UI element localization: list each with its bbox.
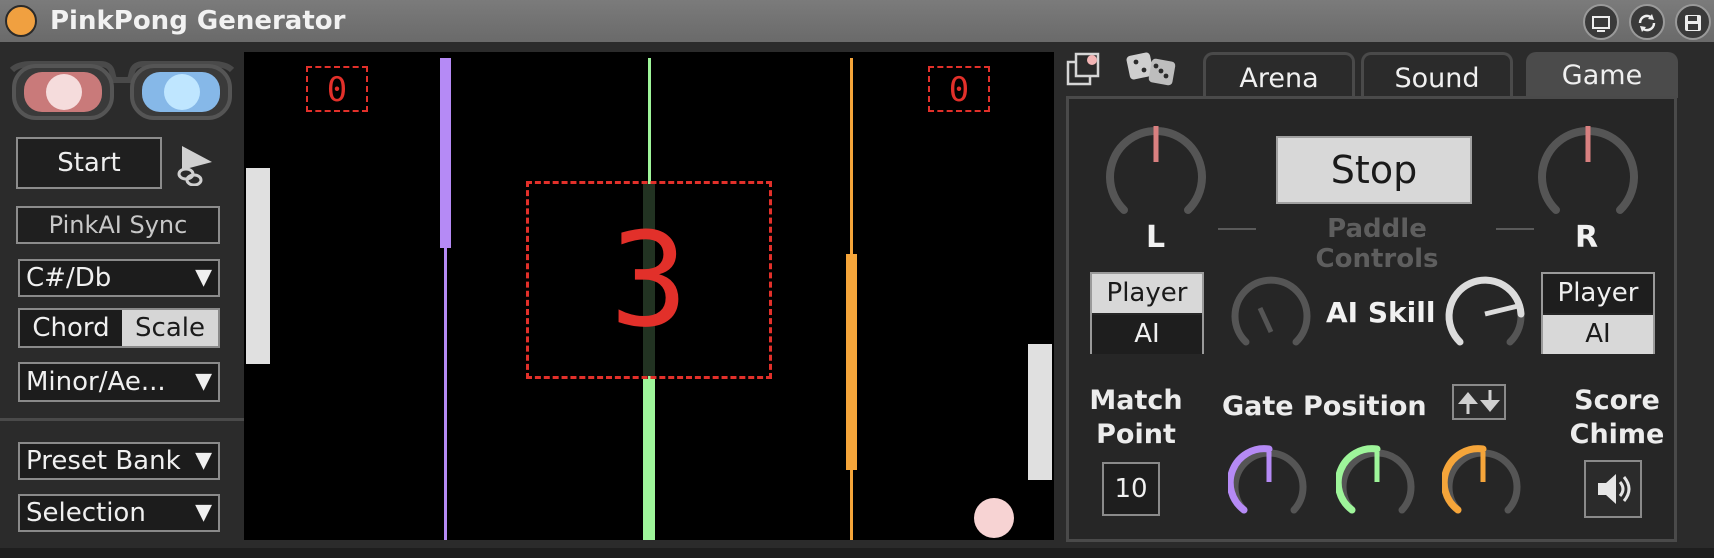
scale-option[interactable]: Scale <box>122 310 218 346</box>
match-point-label-line2: Point <box>1096 419 1176 450</box>
key-value: C#/Db <box>26 263 112 293</box>
screenshot-icon[interactable] <box>1066 50 1106 88</box>
green-gate-knob[interactable] <box>1334 442 1418 524</box>
ball <box>974 498 1014 538</box>
preset-bank-dropdown[interactable]: Preset Bank ▼ <box>18 442 220 480</box>
green-gate-bar <box>643 379 655 540</box>
purple-gate-bar <box>440 58 451 248</box>
chevron-down-icon: ▼ <box>195 265 212 290</box>
left-player-option[interactable]: Player <box>1092 274 1202 313</box>
sync-icon[interactable] <box>1629 4 1665 40</box>
left-knob-label: L <box>1146 220 1166 255</box>
countdown-display: 3 <box>526 181 772 379</box>
save-icon[interactable] <box>1675 4 1711 40</box>
left-score: 0 <box>306 66 368 112</box>
right-ai-skill-knob[interactable] <box>1442 272 1528 358</box>
mode-value: Minor/Ae... <box>26 367 166 397</box>
3d-glasses-icon[interactable] <box>8 58 236 124</box>
ai-skill-label: AI Skill <box>1326 296 1436 329</box>
pong-arena[interactable]: 0 0 3 <box>244 52 1054 540</box>
tab-sound[interactable]: Sound <box>1361 52 1513 98</box>
swap-gates-button[interactable] <box>1452 384 1506 420</box>
right-player-option[interactable]: Player <box>1543 274 1653 313</box>
divider <box>1218 228 1256 230</box>
divider <box>0 418 244 421</box>
orange-gate-knob[interactable] <box>1440 442 1524 524</box>
screen-icon[interactable] <box>1583 4 1619 40</box>
window-title: PinkPong Generator <box>50 6 346 36</box>
bottom-bar <box>0 548 1714 558</box>
speaker-icon <box>1598 474 1631 504</box>
right-score: 0 <box>928 66 990 112</box>
start-button[interactable]: Start <box>16 137 162 189</box>
score-chime-label-line2: Chime <box>1569 419 1665 450</box>
purple-gate-knob[interactable] <box>1226 442 1310 524</box>
match-point-input[interactable]: 10 <box>1102 462 1160 516</box>
gate-position-label: Gate Position <box>1222 391 1427 422</box>
right-ai-option[interactable]: AI <box>1543 315 1653 354</box>
right-player-ai-toggle[interactable]: Player AI <box>1541 272 1655 354</box>
tab-arena[interactable]: Arena <box>1203 52 1355 98</box>
right-knob-label: R <box>1575 220 1599 255</box>
selection-value: Selection <box>26 498 146 528</box>
score-chime-button[interactable] <box>1584 460 1642 518</box>
chevron-down-icon: ▼ <box>195 500 212 525</box>
tab-game[interactable]: Game <box>1526 52 1678 98</box>
score-chime-label: Score Chime <box>1562 384 1672 452</box>
dice-icon[interactable] <box>1124 48 1182 90</box>
link-play-icon[interactable] <box>176 142 216 187</box>
score-chime-label-line1: Score <box>1574 385 1660 416</box>
chevron-down-icon: ▼ <box>195 448 212 473</box>
preset-bank-value: Preset Bank <box>26 446 181 476</box>
chevron-down-icon: ▼ <box>195 369 212 394</box>
key-dropdown[interactable]: C#/Db ▼ <box>18 259 220 297</box>
mode-dropdown[interactable]: Minor/Ae... ▼ <box>18 362 220 402</box>
selection-dropdown[interactable]: Selection ▼ <box>18 494 220 532</box>
left-paddle-knob[interactable] <box>1100 118 1212 230</box>
orange-gate-bar <box>846 254 857 470</box>
left-paddle <box>246 168 270 364</box>
right-paddle-knob[interactable] <box>1532 118 1644 230</box>
divider <box>1496 228 1534 230</box>
right-paddle <box>1028 344 1052 480</box>
match-point-label: Match Point <box>1086 384 1186 452</box>
chord-option[interactable]: Chord <box>20 310 122 346</box>
left-ai-skill-knob[interactable] <box>1228 272 1314 358</box>
left-ai-option[interactable]: AI <box>1092 315 1202 354</box>
left-player-ai-toggle[interactable]: Player AI <box>1090 272 1204 354</box>
pinkai-sync-button[interactable]: PinkAI Sync <box>16 206 220 244</box>
app-icon <box>5 5 37 37</box>
match-point-label-line1: Match <box>1089 385 1183 416</box>
stop-button[interactable]: Stop <box>1276 136 1472 204</box>
chord-scale-toggle[interactable]: Chord Scale <box>18 308 220 348</box>
paddle-controls-label: Paddle Controls <box>1315 214 1439 274</box>
